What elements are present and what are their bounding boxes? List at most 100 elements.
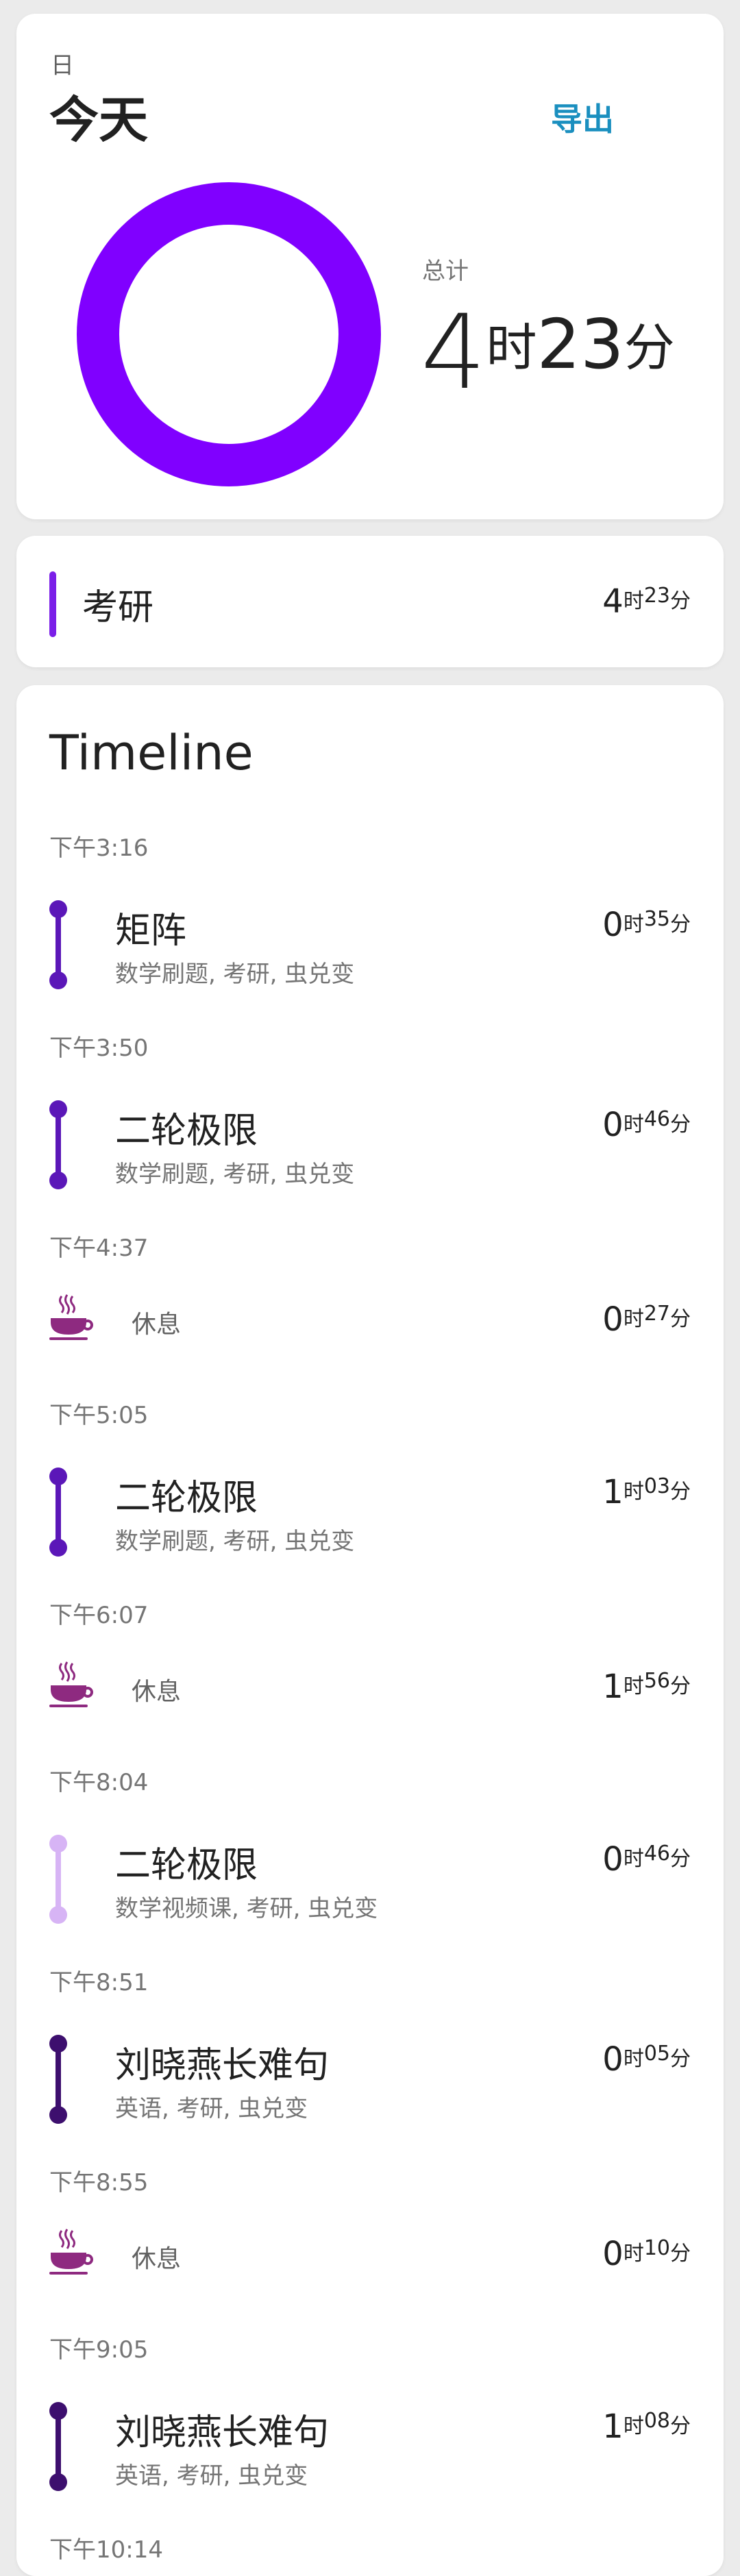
- entry-time: 下午3:16: [49, 834, 149, 862]
- entry-tags: 数学刷题, 考研, 虫兑变: [115, 1528, 355, 1555]
- hour-unit: 时: [623, 913, 644, 937]
- duration-hours: 0: [602, 2235, 624, 2273]
- duration-hours: 0: [602, 906, 624, 944]
- entry-name: 刘晓燕长难句: [115, 2412, 330, 2453]
- entry-time: 下午8:04: [49, 1769, 149, 1796]
- period-label: 日: [51, 52, 74, 79]
- entry-tags: 数学刷题, 考研, 虫兑变: [115, 1161, 355, 1188]
- entry-tags: 英语, 考研, 虫兑变: [115, 2095, 308, 2122]
- hour-unit: 时: [486, 319, 537, 377]
- entry-tags: 英语, 考研, 虫兑变: [115, 2462, 308, 2490]
- minute-unit: 分: [624, 319, 675, 377]
- total-hours: 4: [421, 293, 486, 412]
- duration-minutes: 08: [643, 2409, 670, 2433]
- coffee-cup-icon: [48, 1293, 93, 1341]
- minute-unit: 分: [670, 589, 691, 613]
- category-color-bar: [49, 571, 56, 637]
- entry-tags: 数学视频课, 考研, 虫兑变: [115, 1895, 378, 1922]
- entry-name: 刘晓燕长难句: [115, 2045, 330, 2086]
- marker-end-dot: [49, 2473, 67, 2491]
- entry-duration: 0时46分: [602, 1106, 691, 1144]
- marker-start-dot: [49, 1467, 67, 1485]
- entry-duration: 1时03分: [602, 1473, 691, 1511]
- duration-hours: 0: [602, 1106, 624, 1144]
- duration-hours: 1: [602, 2407, 624, 2446]
- duration-minutes: 35: [643, 907, 670, 931]
- duration-minutes: 23: [643, 584, 670, 608]
- entry-time: 下午10:14: [49, 2536, 163, 2564]
- minute-unit: 分: [670, 1307, 691, 1331]
- entry-duration: 0时05分: [602, 2040, 691, 2079]
- coffee-cup-icon: [48, 1661, 93, 1709]
- marker-end-dot: [49, 1172, 67, 1189]
- entry-name: 矩阵: [115, 911, 187, 952]
- duration-minutes: 46: [643, 1107, 670, 1131]
- session-marker: [49, 1835, 67, 1924]
- duration-hours: 0: [602, 1840, 624, 1879]
- marker-end-dot: [49, 1906, 67, 1924]
- hour-unit: 时: [623, 1847, 644, 1871]
- session-marker: [49, 2035, 67, 2124]
- duration-minutes: 03: [643, 1474, 670, 1498]
- duration-minutes: 46: [643, 1842, 670, 1866]
- duration-minutes: 05: [643, 2042, 670, 2066]
- break-label: 休息: [132, 1678, 182, 1706]
- category-duration: 4时23分: [602, 582, 691, 621]
- marker-end-dot: [49, 971, 67, 989]
- duration-minutes: 27: [643, 1302, 670, 1326]
- entry-duration: 0时46分: [602, 1840, 691, 1879]
- timeline-title: Timeline: [49, 725, 254, 781]
- marker-start-dot: [49, 1100, 67, 1118]
- entry-tags: 数学刷题, 考研, 虫兑变: [115, 961, 355, 988]
- entry-name: 二轮极限: [115, 1111, 258, 1152]
- entry-time: 下午6:07: [49, 1602, 149, 1629]
- duration-minutes: 56: [643, 1669, 670, 1693]
- duration-hours: 1: [602, 1473, 624, 1511]
- break-label: 休息: [132, 1311, 182, 1339]
- minute-unit: 分: [670, 2414, 691, 2438]
- entry-duration: 1时56分: [602, 1668, 691, 1706]
- minute-unit: 分: [670, 1674, 691, 1698]
- minute-unit: 分: [670, 2047, 691, 2071]
- hour-unit: 时: [623, 1674, 644, 1698]
- entry-time: 下午8:55: [49, 2169, 149, 2196]
- hour-unit: 时: [623, 2047, 644, 2071]
- entry-name: 二轮极限: [115, 1478, 258, 1519]
- marker-start-dot: [49, 1835, 67, 1853]
- coffee-cup-icon: [48, 2228, 93, 2276]
- marker-start-dot: [49, 2035, 67, 2053]
- hour-unit: 时: [623, 2242, 644, 2266]
- minute-unit: 分: [670, 2242, 691, 2266]
- entry-time: 下午5:05: [49, 1402, 149, 1429]
- category-name: 考研: [82, 587, 154, 628]
- session-marker: [49, 1467, 67, 1557]
- hour-unit: 时: [623, 589, 644, 613]
- entry-duration: 0时10分: [602, 2235, 691, 2273]
- timeline-card: Timeline 下午3:16 矩阵 数学刷题, 考研, 虫兑变 0时35分 下午3:5…: [16, 685, 724, 2576]
- entry-time: 下午4:37: [49, 1235, 149, 1262]
- donut-ring: [77, 182, 381, 486]
- duration-hours: 1: [602, 1668, 624, 1706]
- break-label: 休息: [132, 2245, 182, 2273]
- entry-time: 下午8:51: [49, 1969, 149, 1996]
- category-row[interactable]: 考研 4时23分: [16, 536, 724, 667]
- duration-hours: 0: [602, 2040, 624, 2079]
- export-button[interactable]: 导出: [551, 95, 614, 140]
- entry-duration: 0时27分: [602, 1300, 691, 1339]
- total-duration: 4时23分: [421, 301, 675, 404]
- page-title: 今天: [49, 91, 149, 149]
- entry-duration: 0时35分: [602, 906, 691, 944]
- entry-name: 二轮极限: [115, 1845, 258, 1886]
- session-marker: [49, 2402, 67, 2491]
- minute-unit: 分: [670, 1847, 691, 1871]
- entry-time: 下午3:50: [49, 1035, 149, 1062]
- entry-time: 下午9:05: [49, 2336, 149, 2364]
- marker-start-dot: [49, 2402, 67, 2420]
- marker-end-dot: [49, 2106, 67, 2124]
- duration-minutes: 10: [643, 2236, 670, 2260]
- summary-card: 日 今天 导出 总计 4时23分: [16, 14, 724, 519]
- hour-unit: 时: [623, 1307, 644, 1331]
- total-donut-chart: [77, 182, 381, 486]
- marker-start-dot: [49, 900, 67, 918]
- total-minutes: 23: [536, 304, 624, 384]
